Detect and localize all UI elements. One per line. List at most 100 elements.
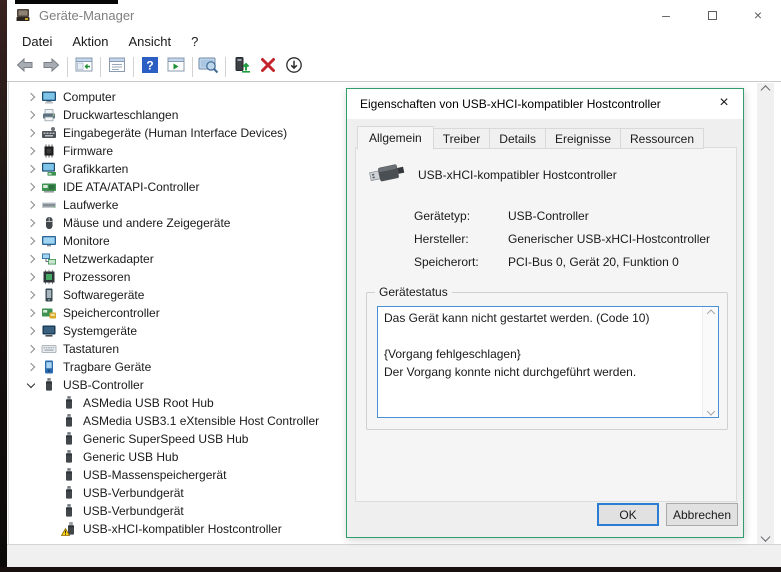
chevron-right-icon[interactable] bbox=[23, 197, 39, 213]
tree-item-label: USB-Verbundgerät bbox=[83, 486, 184, 500]
chevron-right-icon[interactable] bbox=[23, 107, 39, 123]
show-hide-action-pane-icon bbox=[166, 56, 186, 77]
monitor-icon bbox=[41, 233, 57, 249]
scan-hardware-changes-button[interactable] bbox=[196, 55, 222, 79]
back-icon bbox=[15, 56, 35, 77]
minimize-button[interactable]: – bbox=[643, 0, 689, 30]
chevron-right-icon[interactable] bbox=[23, 359, 39, 375]
field-label: Speicherort: bbox=[414, 254, 479, 269]
tree-item-label: Mäuse und andere Zeigegeräte bbox=[63, 216, 231, 230]
uninstall-device-button[interactable] bbox=[255, 55, 281, 79]
usb-device-icon bbox=[61, 413, 77, 429]
properties-button[interactable] bbox=[104, 55, 130, 79]
storage-controller-icon bbox=[41, 305, 57, 321]
toolbar-separator bbox=[225, 56, 226, 77]
status-scrollbar[interactable] bbox=[702, 307, 718, 417]
usb-connector-icon bbox=[368, 158, 408, 188]
tree-scrollbar[interactable] bbox=[757, 83, 774, 544]
chevron-down-icon[interactable] bbox=[23, 377, 39, 393]
tab-allgemein[interactable]: Allgemein bbox=[357, 126, 434, 150]
tree-item-label: Firmware bbox=[63, 144, 113, 158]
menu-item-datei[interactable]: Datei bbox=[12, 34, 62, 49]
scroll-up-arrow-icon[interactable] bbox=[703, 307, 718, 322]
field-label: Gerätetyp: bbox=[414, 208, 471, 223]
desktop-edge-top bbox=[15, 0, 118, 4]
desktop-edge-bottom bbox=[0, 567, 781, 572]
toolbar-separator bbox=[192, 56, 193, 77]
properties-icon bbox=[107, 56, 127, 77]
menu-item-[interactable]: ? bbox=[181, 34, 208, 49]
device-field-row: Gerätetyp: USB-Controller bbox=[414, 204, 730, 227]
show-hide-action-pane-button[interactable] bbox=[163, 55, 189, 79]
usb-device-icon bbox=[41, 377, 57, 393]
maximize-button[interactable] bbox=[689, 0, 735, 30]
processor-icon bbox=[41, 269, 57, 285]
tree-item-label: USB-Verbundgerät bbox=[83, 504, 184, 518]
menu-item-ansicht[interactable]: Ansicht bbox=[119, 34, 182, 49]
usb-device-icon bbox=[61, 395, 77, 411]
chevron-right-icon[interactable] bbox=[23, 125, 39, 141]
close-button[interactable]: × bbox=[735, 0, 781, 30]
chevron-right-icon[interactable] bbox=[23, 269, 39, 285]
forward-icon bbox=[41, 56, 61, 77]
tree-item-label: Computer bbox=[63, 90, 116, 104]
field-value: USB-Controller bbox=[508, 208, 589, 223]
dialog-title-bar: Eigenschaften von USB-xHCI-kompatibler H… bbox=[347, 89, 743, 119]
minimize-icon: – bbox=[662, 7, 670, 23]
chevron-right-icon[interactable] bbox=[23, 143, 39, 159]
tree-item-label: Druckwarteschlangen bbox=[63, 108, 179, 122]
chevron-right-icon[interactable] bbox=[23, 341, 39, 357]
device-name: USB-xHCI-kompatibler Hostcontroller bbox=[418, 168, 617, 182]
chevron-right-icon[interactable] bbox=[23, 251, 39, 267]
toolbar-separator bbox=[67, 56, 68, 77]
tree-item-label: USB-Massenspeichergerät bbox=[83, 468, 227, 482]
chevron-right-icon[interactable] bbox=[23, 215, 39, 231]
field-value: PCI-Bus 0, Gerät 20, Funktion 0 bbox=[508, 254, 679, 269]
tree-item-label: Grafikkarten bbox=[63, 162, 129, 176]
chevron-right-icon[interactable] bbox=[23, 161, 39, 177]
scroll-up-arrow-icon[interactable] bbox=[757, 83, 774, 100]
help-button[interactable]: ? bbox=[137, 55, 163, 79]
device-fields: Gerätetyp: USB-Controller Hersteller: Gener… bbox=[414, 204, 730, 273]
menu-item-aktion[interactable]: Aktion bbox=[62, 34, 118, 49]
device-status-textbox[interactable]: Das Gerät kann nicht gestartet werden. (… bbox=[377, 306, 719, 418]
usb-warning-icon bbox=[61, 521, 77, 537]
software-device-icon bbox=[41, 287, 57, 303]
ok-button[interactable]: OK bbox=[597, 503, 659, 526]
tree-item-label: USB-xHCI-kompatibler Hostcontroller bbox=[83, 522, 282, 536]
scroll-down-arrow-icon[interactable] bbox=[703, 402, 718, 417]
toolbar-separator bbox=[100, 56, 101, 77]
tab-details[interactable]: Details bbox=[489, 128, 546, 149]
chevron-right-icon[interactable] bbox=[23, 287, 39, 303]
tree-item-label: Softwaregeräte bbox=[63, 288, 145, 302]
chevron-right-icon[interactable] bbox=[23, 323, 39, 339]
chevron-right-icon[interactable] bbox=[23, 305, 39, 321]
mouse-icon bbox=[41, 215, 57, 231]
tree-item-label: Speichercontroller bbox=[63, 306, 160, 320]
tab-ressourcen[interactable]: Ressourcen bbox=[620, 128, 705, 149]
chevron-right-icon[interactable] bbox=[23, 233, 39, 249]
show-hide-console-tree-icon bbox=[74, 56, 94, 77]
device-status-text: Das Gerät kann nicht gestartet werden. (… bbox=[384, 311, 650, 379]
chevron-right-icon[interactable] bbox=[23, 89, 39, 105]
cancel-button[interactable]: Abbrechen bbox=[666, 503, 738, 526]
tree-item-label: Systemgeräte bbox=[63, 324, 138, 338]
update-driver-button[interactable] bbox=[229, 55, 255, 79]
close-icon: × bbox=[719, 94, 729, 111]
tree-item-label: Generic SuperSpeed USB Hub bbox=[83, 432, 249, 446]
dialog-close-button[interactable]: × bbox=[714, 93, 734, 113]
tab-ereignisse[interactable]: Ereignisse bbox=[544, 128, 621, 149]
back-button[interactable] bbox=[12, 55, 38, 79]
scroll-down-arrow-icon[interactable] bbox=[757, 527, 774, 544]
dialog-tabs: Allgemein Treiber Details Ereignisse Ressour… bbox=[357, 126, 705, 150]
tab-treiber[interactable]: Treiber bbox=[432, 128, 491, 149]
device-manager-app-icon bbox=[15, 7, 31, 23]
forward-button[interactable] bbox=[38, 55, 64, 79]
disable-device-button[interactable] bbox=[281, 55, 307, 79]
maximize-icon bbox=[707, 10, 717, 20]
title-bar: Geräte-Manager – × bbox=[7, 0, 781, 30]
chevron-right-icon[interactable] bbox=[23, 179, 39, 195]
show-hide-console-tree-button[interactable] bbox=[71, 55, 97, 79]
